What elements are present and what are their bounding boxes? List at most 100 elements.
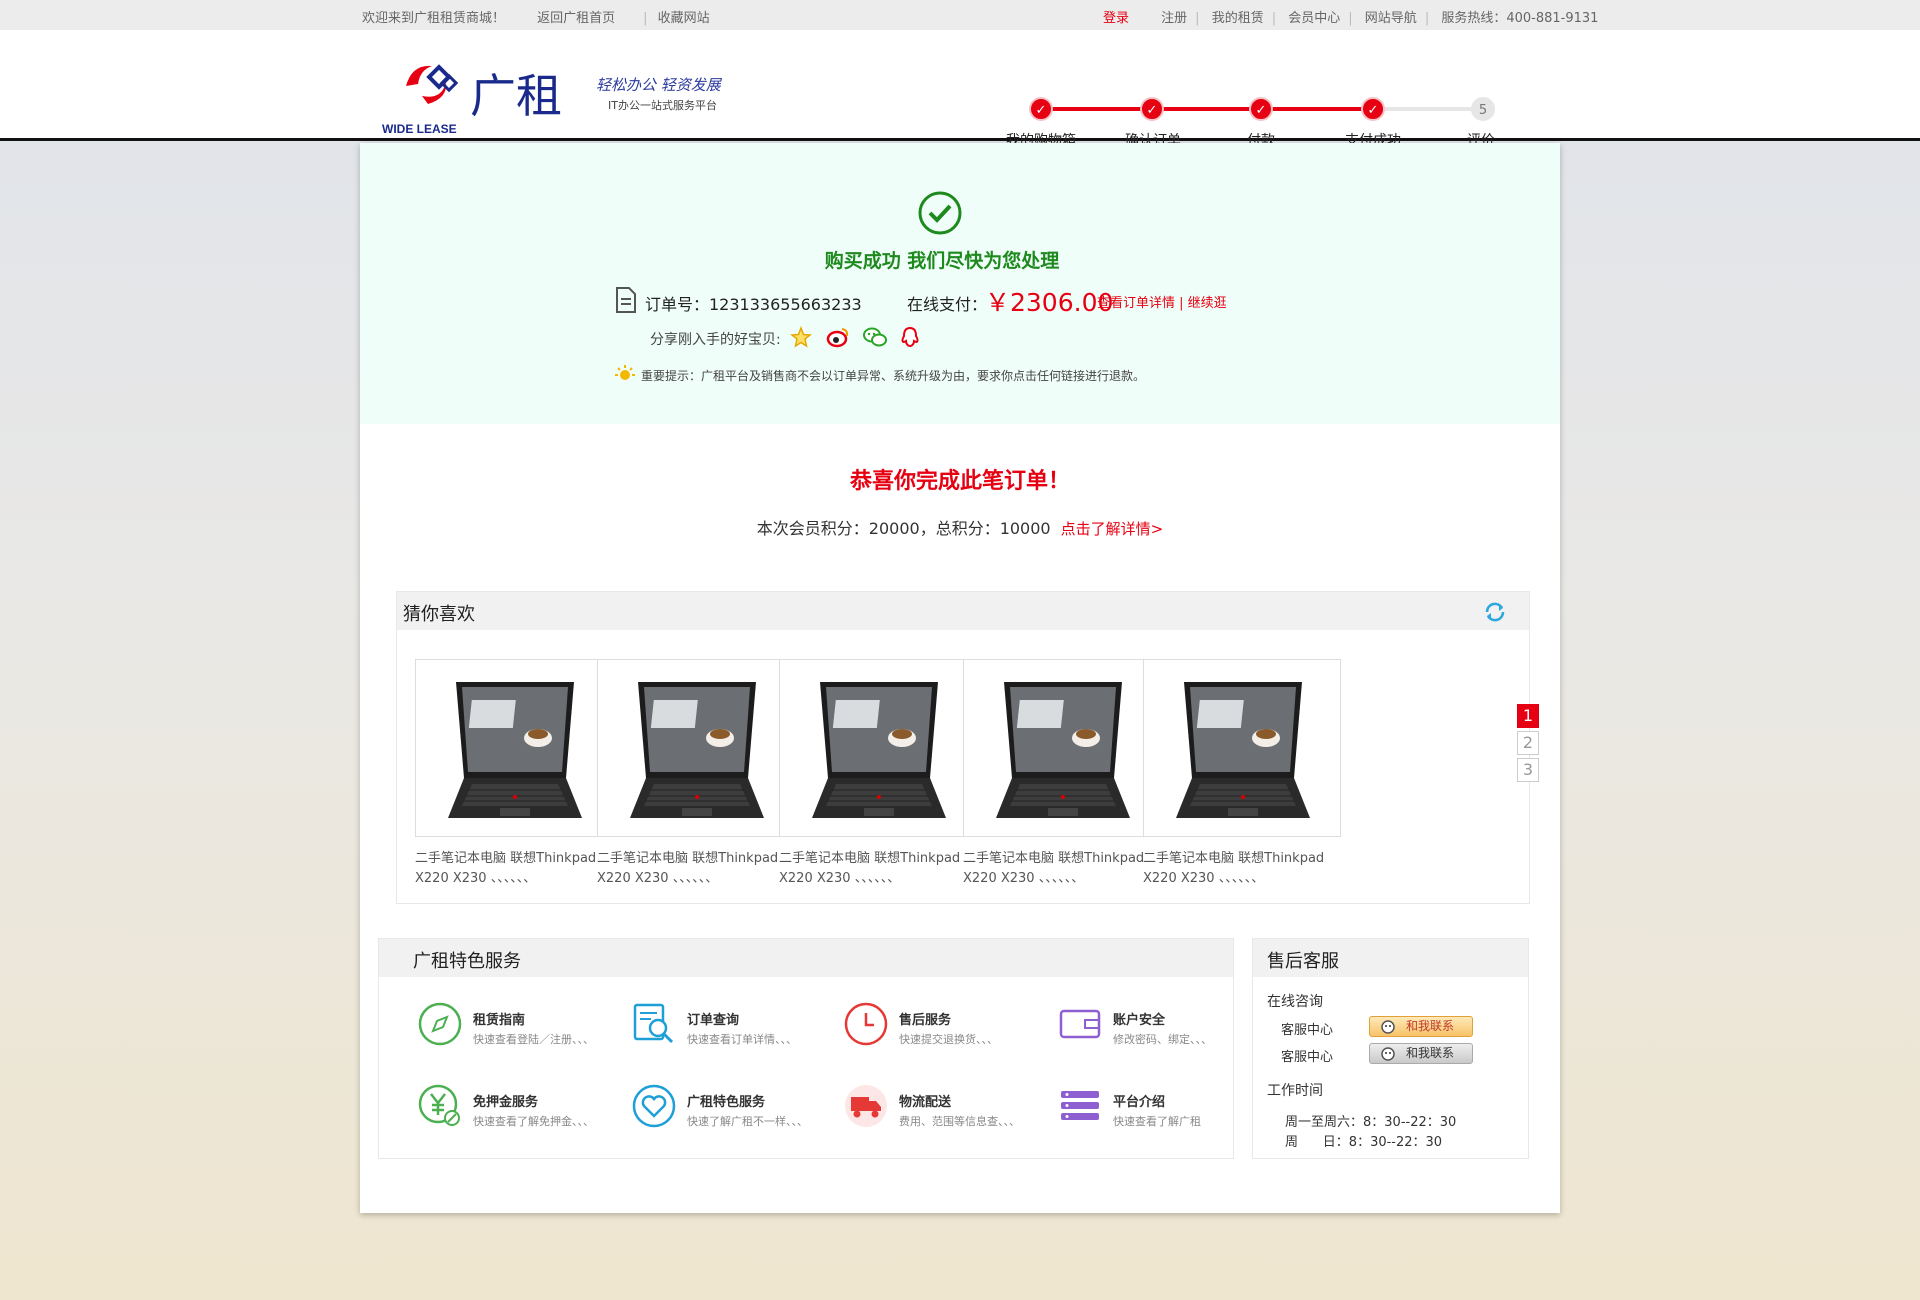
recommendations-header: 猜你喜欢 bbox=[397, 592, 1529, 630]
service-platform-intro[interactable]: 平台介绍 快速查看了解广租 bbox=[1057, 1083, 1267, 1135]
after-sales-title: 售后客服 bbox=[1267, 951, 1339, 972]
service-title: 订单查询 bbox=[687, 1013, 740, 1028]
success-title: 购买成功 我们尽快为您处理 bbox=[824, 250, 1060, 272]
compass-icon bbox=[418, 1002, 462, 1046]
contact-me-button[interactable]: 和我联系 bbox=[1369, 1043, 1473, 1064]
service-after-sales[interactable]: 售后服务 快速提交退换货、、、 bbox=[843, 1001, 1053, 1053]
wallet-icon bbox=[1059, 1009, 1101, 1039]
service-title: 售后服务 bbox=[899, 1013, 952, 1028]
laptop-image[interactable] bbox=[779, 659, 977, 837]
service-title: 账户安全 bbox=[1113, 1013, 1166, 1028]
product-card[interactable]: 二手笔记本电脑 联想Thinkpad X220 X230 、、、、、、 bbox=[1143, 659, 1341, 889]
product-card[interactable]: 二手笔记本电脑 联想Thinkpad X220 X230 、、、、、、 bbox=[415, 659, 613, 889]
contact-button-label: 和我联系 bbox=[1406, 1046, 1455, 1060]
product-name[interactable]: 二手笔记本电脑 联想Thinkpad X220 X230 、、、、、、 bbox=[415, 849, 615, 889]
divider: | bbox=[643, 11, 648, 26]
warning-text: 重要提示：广租平台及销售商不会以订单异常、系统升级为由，要求你点击任何链接进行退… bbox=[641, 369, 1146, 383]
home-link[interactable]: 返回广租首页 bbox=[537, 11, 615, 26]
product-name[interactable]: 二手笔记本电脑 联想Thinkpad X220 X230 、、、、、、 bbox=[597, 849, 797, 889]
wechat-icon[interactable] bbox=[862, 326, 888, 352]
progress-line-todo bbox=[1373, 107, 1483, 111]
product-card[interactable]: 二手笔记本电脑 联想Thinkpad X220 X230 、、、、、、 bbox=[597, 659, 795, 889]
heart-icon bbox=[632, 1084, 676, 1128]
service-title: 物流配送 bbox=[899, 1095, 952, 1110]
headset-icon bbox=[1381, 1047, 1395, 1061]
top-bar-right: 登录 注册 | 我的租赁 | 会员中心 | 网站导航 | 服务热线：400-881-91… bbox=[1103, 7, 1606, 26]
divider: | bbox=[1424, 11, 1430, 26]
refresh-icon[interactable] bbox=[1482, 599, 1508, 625]
order-search-icon bbox=[633, 1003, 674, 1044]
share-label: 分享刚入手的好宝贝: bbox=[650, 332, 781, 348]
logo-english: WIDE LEASE bbox=[382, 122, 457, 136]
my-lease-link[interactable]: 我的租赁 bbox=[1212, 11, 1264, 26]
step-3-check-icon: ✓ bbox=[1249, 97, 1273, 121]
divider: | bbox=[1195, 11, 1200, 26]
yuan-icon bbox=[418, 1084, 460, 1126]
order-links[interactable]: 查看订单详情 | 继续逛 bbox=[1097, 292, 1227, 311]
slogan: 轻松办公 轻资发展 IT办公一站式服务平台 bbox=[596, 74, 746, 113]
logo-mark-icon bbox=[406, 64, 458, 104]
carousel-pager: 1 2 3 bbox=[1517, 704, 1539, 785]
service-desc: 快速查看登陆／注册、、、 bbox=[473, 1033, 594, 1046]
site-nav-link[interactable]: 网站导航 bbox=[1365, 11, 1417, 26]
member-center-link[interactable]: 会员中心 bbox=[1288, 11, 1340, 26]
service-features[interactable]: 广租特色服务 快速了解广租不一样、、、 bbox=[631, 1083, 841, 1135]
step-2-check-icon: ✓ bbox=[1140, 97, 1164, 121]
work-hours-sunday: 周 日：8：30--22：30 bbox=[1285, 1135, 1443, 1150]
online-consult-label: 在线咨询 bbox=[1267, 994, 1323, 1010]
points-text: 本次会员积分：20000，总积分：10000 bbox=[756, 519, 1051, 538]
product-name[interactable]: 二手笔记本电脑 联想Thinkpad X220 X230 、、、、、、 bbox=[1143, 849, 1343, 889]
service-desc: 快速了解广租不一样、、、 bbox=[687, 1115, 808, 1128]
page-3-button[interactable]: 3 bbox=[1517, 758, 1539, 782]
laptop-image[interactable] bbox=[597, 659, 795, 837]
register-link[interactable]: 注册 bbox=[1161, 11, 1187, 26]
service-desc: 快速查看订单详情、、、 bbox=[687, 1033, 797, 1046]
headset-icon bbox=[1381, 1020, 1395, 1034]
clock-icon bbox=[844, 1002, 888, 1046]
site-header: WIDE LEASE 广租 轻松办公 轻资发展 IT办公一站式服务平台 ✓ ✓ … bbox=[0, 30, 1920, 149]
product-name[interactable]: 二手笔记本电脑 联想Thinkpad X220 X230 、、、、、、 bbox=[963, 849, 1163, 889]
contact-me-button[interactable]: 和我联系 bbox=[1369, 1016, 1473, 1037]
success-section: 购买成功 我们尽快为您处理 订单号：123133655663233 在线支付： … bbox=[360, 143, 1560, 424]
login-link[interactable]: 登录 bbox=[1103, 11, 1129, 26]
weibo-icon[interactable] bbox=[826, 326, 850, 352]
lightbulb-icon bbox=[615, 365, 635, 380]
service-desc: 快速查看了解免押金、、、 bbox=[473, 1115, 594, 1128]
services-header: 广租特色服务 bbox=[379, 939, 1233, 977]
product-card[interactable]: 二手笔记本电脑 联想Thinkpad X220 X230 、、、、、、 bbox=[779, 659, 977, 889]
points-detail-link[interactable]: 点击了解详情> bbox=[1061, 520, 1164, 538]
divider: | bbox=[1271, 11, 1277, 26]
product-name[interactable]: 二手笔记本电脑 联想Thinkpad X220 X230 、、、、、、 bbox=[779, 849, 979, 889]
service-lease-guide[interactable]: 租赁指南 快速查看登陆／注册、、、 bbox=[417, 1001, 627, 1053]
hotline-text: 服务热线：400-881-9131 bbox=[1441, 11, 1599, 26]
success-check-icon bbox=[918, 191, 962, 235]
special-services: 广租特色服务 租赁指南 快速查看登陆／注册、、、 订单查询 快速查看订单详情、、… bbox=[378, 938, 1234, 1159]
page-1-button[interactable]: 1 bbox=[1517, 704, 1539, 728]
service-deposit-free[interactable]: 免押金服务 快速查看了解免押金、、、 bbox=[417, 1083, 627, 1135]
work-hours-label: 工作时间 bbox=[1267, 1083, 1323, 1099]
service-logistics[interactable]: 物流配送 费用、范围等信息查、、、 bbox=[843, 1083, 1053, 1135]
product-card[interactable]: 二手笔记本电脑 联想Thinkpad X220 X230 、、、、、、 bbox=[963, 659, 1161, 889]
step-4-check-icon: ✓ bbox=[1361, 97, 1385, 121]
main-panel: 购买成功 我们尽快为您处理 订单号：123133655663233 在线支付： … bbox=[360, 143, 1560, 1213]
agent-name: 客服中心 bbox=[1281, 1023, 1334, 1038]
laptop-image[interactable] bbox=[963, 659, 1161, 837]
qq-icon[interactable] bbox=[900, 326, 920, 352]
favorite-link[interactable]: 收藏网站 bbox=[658, 11, 710, 26]
service-desc: 费用、范围等信息查、、、 bbox=[899, 1115, 1020, 1128]
service-order-query[interactable]: 订单查询 快速查看订单详情、、、 bbox=[631, 1001, 841, 1053]
laptop-image[interactable] bbox=[415, 659, 613, 837]
service-desc: 快速查看了解广租 bbox=[1113, 1115, 1201, 1128]
work-hours-weekday: 周一至周六：8：30--22：30 bbox=[1285, 1115, 1457, 1130]
logo[interactable]: WIDE LEASE 广租 bbox=[362, 52, 572, 136]
service-desc: 快速提交退换货、、、 bbox=[899, 1033, 998, 1046]
document-icon bbox=[616, 287, 636, 313]
step-1-check-icon: ✓ bbox=[1029, 97, 1053, 121]
page-2-button[interactable]: 2 bbox=[1517, 731, 1539, 755]
after-sales-header: 售后客服 bbox=[1253, 939, 1528, 977]
logo-chinese: 广租 bbox=[470, 69, 562, 123]
laptop-image[interactable] bbox=[1143, 659, 1341, 837]
service-account-security[interactable]: 账户安全 修改密码、绑定、、、 bbox=[1057, 1001, 1267, 1053]
star-icon[interactable] bbox=[790, 325, 812, 352]
slogan-main: 轻松办公 轻资发展 bbox=[596, 76, 721, 94]
